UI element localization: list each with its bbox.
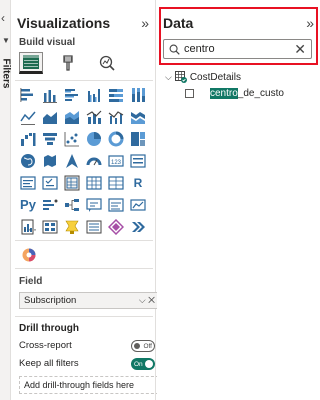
scorecard-icon[interactable] — [41, 218, 59, 236]
table-node-costdetails[interactable]: ⌵ CostDetails — [165, 70, 241, 84]
data-pane: Data » ✕ ⌵ CostDetails centro_de_custo — [157, 0, 320, 400]
filters-label: Filters — [0, 58, 12, 89]
svg-text:123: 123 — [111, 160, 122, 166]
pie-chart-icon[interactable] — [85, 130, 103, 148]
keep-all-filters-toggle[interactable]: On — [131, 358, 155, 370]
field-well[interactable]: Subscription ⌵ ✕ — [19, 292, 159, 309]
python-visual-icon[interactable]: Py — [19, 196, 37, 214]
cross-report-label: Cross-report — [19, 340, 72, 351]
smart-narrative-icon[interactable] — [107, 196, 125, 214]
more-visuals-button[interactable]: ··· — [23, 222, 38, 236]
clustered-bar-chart-icon[interactable] — [63, 86, 81, 104]
treemap-icon[interactable] — [129, 130, 147, 148]
line-chart-icon[interactable] — [19, 108, 37, 126]
visual-type-gallery: 123 R Py — [19, 86, 147, 236]
matrix-build-icon — [23, 55, 39, 69]
multi-row-card-icon[interactable] — [129, 152, 147, 170]
map-icon[interactable] — [19, 152, 37, 170]
filter-icon: ▼ — [2, 36, 10, 45]
drill-through-title: Drill through — [19, 323, 79, 334]
filled-map-icon[interactable] — [41, 152, 59, 170]
data-title: Data — [163, 15, 194, 31]
table-icon — [174, 71, 187, 83]
custom-visual-icon[interactable] — [21, 247, 37, 263]
line-and-column-chart-icon[interactable] — [85, 108, 103, 126]
field-name-match: centro — [210, 87, 238, 99]
gauge-icon[interactable] — [85, 152, 103, 170]
drill-through-drop-zone[interactable]: Add drill-through fields here — [19, 376, 159, 394]
build-visual-tabs — [19, 52, 119, 74]
collapse-visualizations-icon[interactable]: » — [141, 15, 149, 31]
field-well-label: Field — [19, 276, 43, 287]
search-icon — [169, 44, 180, 55]
key-influencers-icon[interactable] — [41, 196, 59, 214]
stacked-bar-chart-icon[interactable] — [19, 86, 37, 104]
chevron-visual-icon[interactable] — [129, 218, 147, 236]
grid-visual-icon[interactable] — [107, 174, 125, 192]
visualizations-title: Visualizations — [17, 15, 111, 31]
divider — [15, 268, 153, 269]
visualizations-pane: Visualizations » Build visual 123 R Py ·… — [13, 0, 159, 400]
keep-all-filters-label: Keep all filters — [19, 358, 79, 369]
qa-visual-icon[interactable] — [85, 196, 103, 214]
r-script-visual-icon[interactable]: R — [129, 174, 147, 192]
funnel-chart-icon[interactable] — [41, 130, 59, 148]
power-automate-icon[interactable] — [85, 218, 103, 236]
azure-map-icon[interactable] — [63, 152, 81, 170]
table-visual-icon[interactable] — [63, 174, 81, 192]
clear-search-icon[interactable]: ✕ — [294, 41, 306, 57]
slicer-icon[interactable] — [41, 174, 59, 192]
area-chart-icon[interactable] — [41, 108, 59, 126]
expand-filters-icon[interactable]: ‹ — [1, 12, 5, 24]
divider — [15, 316, 153, 317]
100-stacked-column-chart-icon[interactable] — [129, 86, 147, 104]
card-icon[interactable]: 123 — [107, 152, 125, 170]
divider — [15, 80, 153, 81]
stacked-column-chart-icon[interactable] — [41, 86, 59, 104]
build-visual-tab[interactable] — [19, 52, 43, 74]
stacked-area-chart-icon[interactable] — [63, 108, 81, 126]
table-name: CostDetails — [189, 71, 241, 83]
search-input[interactable] — [184, 42, 288, 56]
kpi-icon[interactable] — [19, 174, 37, 192]
donut-chart-icon[interactable] — [107, 130, 125, 148]
scatter-chart-icon[interactable] — [63, 130, 81, 148]
line-and-clustered-column-chart-icon[interactable] — [107, 108, 125, 126]
power-apps-icon[interactable] — [63, 218, 81, 236]
field-well-value: Subscription — [24, 295, 77, 306]
data-search-box[interactable]: ✕ — [163, 39, 312, 59]
collapse-data-icon[interactable]: » — [306, 15, 314, 31]
field-node-centro-de-custo[interactable]: centro _de_custo — [185, 86, 284, 100]
keep-all-filters-row: Keep all filters On — [19, 358, 155, 372]
analytics-tab[interactable] — [95, 52, 119, 74]
cross-report-toggle[interactable]: Off — [131, 340, 155, 352]
chevron-down-icon[interactable]: ⌵ — [165, 72, 172, 83]
field-name-rest: _de_custo — [237, 87, 284, 99]
format-visual-tab[interactable] — [57, 52, 81, 74]
analytics-magnifier-icon — [99, 55, 115, 71]
clustered-column-chart-icon[interactable] — [85, 86, 103, 104]
matrix-visual-icon[interactable] — [85, 174, 103, 192]
100-stacked-bar-chart-icon[interactable] — [107, 86, 125, 104]
arcgis-map-icon[interactable] — [107, 218, 125, 236]
field-checkbox[interactable] — [185, 88, 194, 98]
divider — [15, 240, 153, 241]
ribbon-chart-icon[interactable] — [129, 108, 147, 126]
filters-pane-collapsed[interactable]: ‹ ▼ Filters — [0, 0, 12, 400]
metrics-icon[interactable] — [129, 196, 147, 214]
cross-report-row: Cross-report Off — [19, 340, 155, 354]
decomposition-tree-icon[interactable] — [63, 196, 81, 214]
waterfall-chart-icon[interactable] — [19, 130, 37, 148]
format-brush-icon — [63, 55, 73, 71]
field-well-actions[interactable]: ⌵ ✕ — [139, 293, 155, 308]
build-visual-label: Build visual — [19, 37, 76, 48]
